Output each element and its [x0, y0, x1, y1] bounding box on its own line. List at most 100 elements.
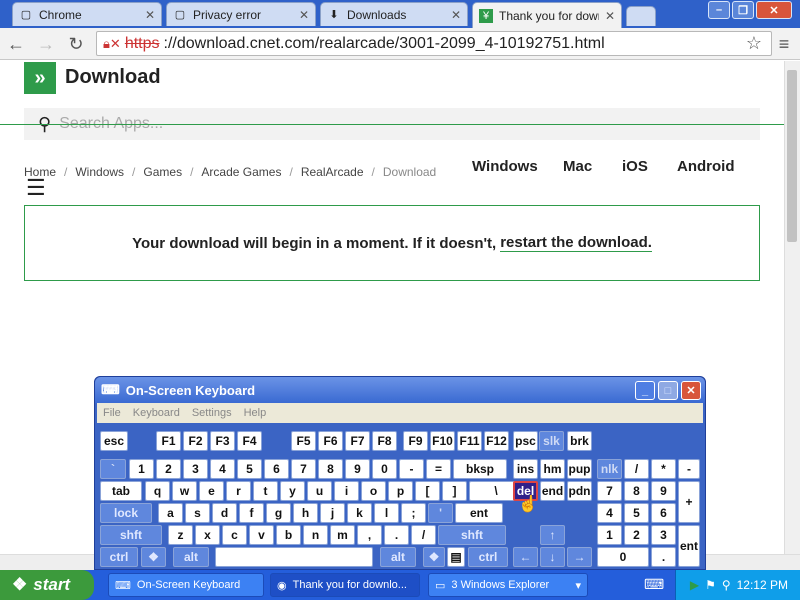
key-z[interactable]: z: [168, 525, 193, 545]
close-icon[interactable]: ✕: [145, 8, 155, 22]
key-tab[interactable]: tab: [100, 481, 142, 501]
close-icon[interactable]: ✕: [299, 8, 309, 22]
reload-icon[interactable]: ↻: [64, 32, 88, 56]
breadcrumb-windows[interactable]: Windows: [75, 165, 124, 179]
key-s[interactable]: s: [185, 503, 210, 523]
key-sym[interactable]: -: [678, 459, 700, 479]
key-l[interactable]: l: [374, 503, 399, 523]
key-6[interactable]: 6: [651, 503, 676, 523]
key-sym[interactable]: ,: [357, 525, 382, 545]
key-lock[interactable]: lock: [100, 503, 152, 523]
hamburger-menu-icon[interactable]: ☰: [26, 177, 46, 199]
key-end[interactable]: end: [540, 481, 565, 501]
key-f7[interactable]: F7: [345, 431, 370, 451]
close-icon[interactable]: ✕: [605, 9, 615, 23]
key-sym[interactable]: ': [428, 503, 453, 523]
key-sym[interactable]: ←: [513, 547, 538, 567]
key-i[interactable]: i: [334, 481, 359, 501]
key-shft[interactable]: shft: [100, 525, 162, 545]
key-h[interactable]: h: [293, 503, 318, 523]
minimize-icon[interactable]: _: [635, 381, 655, 400]
key-sym[interactable]: [: [415, 481, 440, 501]
back-icon[interactable]: ←: [4, 32, 28, 56]
close-icon[interactable]: ✕: [681, 381, 701, 400]
key-f9[interactable]: F9: [403, 431, 428, 451]
key-x[interactable]: x: [195, 525, 220, 545]
site-logo-text[interactable]: Download: [65, 66, 161, 89]
search-icon[interactable]: ⚲: [722, 578, 731, 592]
forward-icon[interactable]: →: [34, 32, 58, 56]
key-hm[interactable]: hm: [540, 459, 565, 479]
key-ins[interactable]: ins: [513, 459, 538, 479]
key-f4[interactable]: F4: [237, 431, 262, 451]
key-f3[interactable]: F3: [210, 431, 235, 451]
key-ctrl[interactable]: ctrl: [468, 547, 508, 567]
key-2[interactable]: 2: [624, 525, 649, 545]
nav-android[interactable]: Android: [677, 158, 735, 175]
key-u[interactable]: u: [307, 481, 332, 501]
key-sym[interactable]: ;: [401, 503, 426, 523]
key-f11[interactable]: F11: [457, 431, 482, 451]
key-pdn[interactable]: pdn: [567, 481, 592, 501]
breadcrumb-arcade-games[interactable]: Arcade Games: [201, 165, 281, 179]
key-e[interactable]: e: [199, 481, 224, 501]
nav-ios[interactable]: iOS: [622, 158, 677, 175]
key-sym[interactable]: ↓: [540, 547, 565, 567]
taskbar-item-explorer[interactable]: ▭ 3 Windows Explorer ▾: [428, 573, 588, 597]
start-button[interactable]: ❖ start: [0, 570, 94, 600]
key-2[interactable]: 2: [156, 459, 181, 479]
scrollbar-thumb[interactable]: [787, 70, 797, 242]
key-f1[interactable]: F1: [156, 431, 181, 451]
key-3[interactable]: 3: [651, 525, 676, 545]
key-slk[interactable]: slk: [539, 431, 564, 451]
key-7[interactable]: 7: [597, 481, 622, 501]
key-sym[interactable]: ]: [442, 481, 467, 501]
key-j[interactable]: j: [320, 503, 345, 523]
key-5[interactable]: 5: [237, 459, 262, 479]
new-tab-button[interactable]: [626, 6, 656, 26]
key-g[interactable]: g: [266, 503, 291, 523]
nav-mac[interactable]: Mac: [563, 158, 622, 175]
address-bar[interactable]: 🔒︎✕ https://download.cnet.com/realarcade…: [96, 31, 772, 56]
key-1[interactable]: 1: [129, 459, 154, 479]
tab-chrome[interactable]: ▢ Chrome ✕: [12, 2, 162, 26]
key-9[interactable]: 9: [345, 459, 370, 479]
key-a[interactable]: a: [158, 503, 183, 523]
key-4[interactable]: 4: [210, 459, 235, 479]
key-sym[interactable]: .: [384, 525, 409, 545]
key-ent[interactable]: ent: [678, 525, 700, 567]
space-bar[interactable]: [215, 547, 373, 567]
key-t[interactable]: t: [253, 481, 278, 501]
menu-file[interactable]: File: [103, 407, 121, 419]
menu-keyboard[interactable]: Keyboard: [133, 407, 180, 419]
key-esc[interactable]: esc: [100, 431, 128, 451]
key-ent[interactable]: ent: [455, 503, 503, 523]
keyboard-tray-icon[interactable]: ⌨: [644, 576, 664, 593]
key-p[interactable]: p: [388, 481, 413, 501]
key-sym[interactable]: .: [651, 547, 676, 567]
key-shft[interactable]: shft: [438, 525, 506, 545]
taskbar-item-osk[interactable]: ⌨ On-Screen Keyboard: [108, 573, 264, 597]
key-sym[interactable]: *: [651, 459, 676, 479]
restore-icon[interactable]: ❐: [732, 1, 754, 19]
app-menu-key-icon[interactable]: ▤: [447, 547, 465, 567]
key-q[interactable]: q: [145, 481, 170, 501]
key-o[interactable]: o: [361, 481, 386, 501]
key-pup[interactable]: pup: [567, 459, 592, 479]
bookmark-star-icon[interactable]: ☆: [742, 31, 766, 55]
play-icon[interactable]: ▶: [690, 578, 699, 592]
key-v[interactable]: v: [249, 525, 274, 545]
insecure-lock-icon[interactable]: 🔒︎✕: [103, 36, 121, 52]
key-3[interactable]: 3: [183, 459, 208, 479]
key-ctrl[interactable]: ctrl: [100, 547, 138, 567]
key-0[interactable]: 0: [372, 459, 397, 479]
key-f[interactable]: f: [239, 503, 264, 523]
nav-windows[interactable]: Windows: [472, 158, 563, 175]
key-4[interactable]: 4: [597, 503, 622, 523]
windows-key-icon[interactable]: ❖: [141, 547, 166, 567]
key-f12[interactable]: F12: [484, 431, 509, 451]
windows-key-icon[interactable]: ❖: [423, 547, 445, 567]
breadcrumb-realarcade[interactable]: RealArcade: [301, 165, 364, 179]
taskbar-item-chrome[interactable]: ◉ Thank you for downlo...: [270, 573, 420, 597]
key-f6[interactable]: F6: [318, 431, 343, 451]
